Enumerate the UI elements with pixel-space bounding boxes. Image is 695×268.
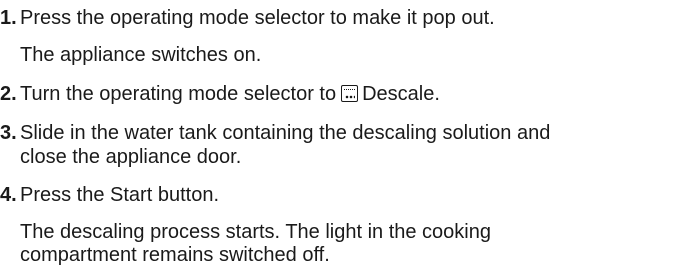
- step-result: The appliance switches on.: [20, 44, 262, 66]
- step-text-after-icon: Descale.: [362, 83, 440, 105]
- step-number: 4.: [0, 184, 17, 206]
- step-text-continued: close the appliance door.: [20, 146, 242, 168]
- step-number: 2.: [0, 83, 17, 105]
- step-number: 3.: [0, 122, 17, 144]
- step-text-before-icon: Turn the operating mode selector to: [20, 83, 337, 105]
- step-number: 1.: [0, 7, 17, 29]
- step-text: Slide in the water tank containing the d…: [20, 122, 551, 144]
- descale-icon: [341, 85, 359, 102]
- step-text: Press the operating mode selector to mak…: [20, 7, 495, 29]
- step-text: Turn the operating mode selector to Desca…: [20, 81, 440, 107]
- instruction-list: 1. Press the operating mode selector to …: [0, 0, 695, 266]
- step-result-continued: compartment remains switched off.: [20, 244, 330, 266]
- step-text: Press the Start button.: [20, 184, 219, 206]
